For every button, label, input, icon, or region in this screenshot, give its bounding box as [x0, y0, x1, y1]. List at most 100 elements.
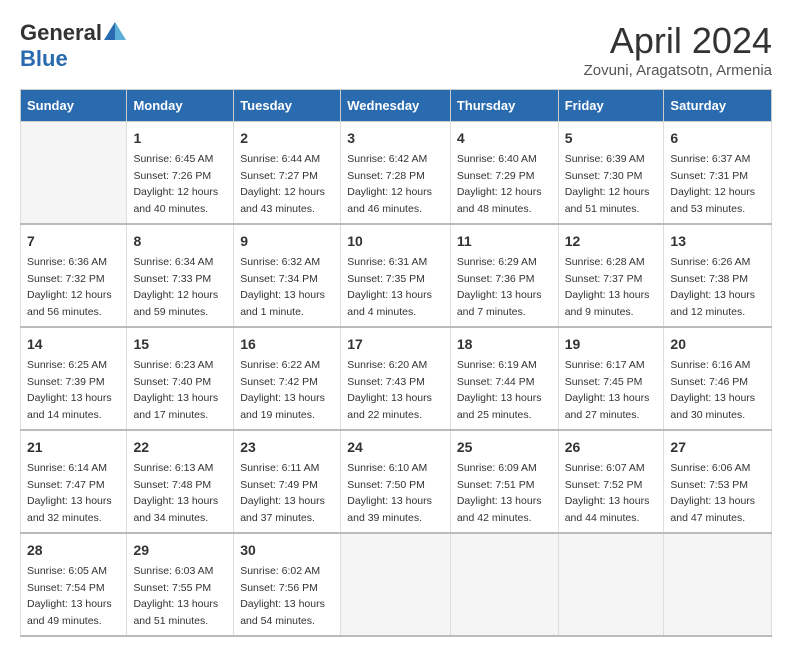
- calendar-header-row: SundayMondayTuesdayWednesdayThursdayFrid…: [21, 90, 772, 122]
- day-cell: 16 Sunrise: 6:22 AMSunset: 7:42 PMDayligh…: [234, 327, 341, 430]
- day-cell: 27Sunrise: 6:06 AMSunset: 7:53 PMDayligh…: [664, 430, 772, 533]
- day-info: Sunrise: 6:42 AMSunset: 7:28 PMDaylight:…: [347, 153, 432, 215]
- day-number: 4: [457, 128, 552, 149]
- day-number: 1: [133, 128, 227, 149]
- day-info: Sunrise: 6:03 AMSunset: 7:55 PMDaylight:…: [133, 565, 218, 627]
- day-number: 24: [347, 437, 444, 458]
- day-cell: 5 Sunrise: 6:39 AMSunset: 7:30 PMDaylight…: [558, 122, 664, 225]
- day-cell: 24Sunrise: 6:10 AMSunset: 7:50 PMDayligh…: [341, 430, 451, 533]
- day-cell: 26Sunrise: 6:07 AMSunset: 7:52 PMDayligh…: [558, 430, 664, 533]
- location: Zovuni, Aragatsotn, Armenia: [584, 62, 772, 79]
- week-row-4: 21Sunrise: 6:14 AMSunset: 7:47 PMDayligh…: [21, 430, 772, 533]
- day-number: 27: [670, 437, 765, 458]
- day-info: Sunrise: 6:19 AMSunset: 7:44 PMDaylight:…: [457, 359, 542, 421]
- day-number: 9: [240, 231, 334, 252]
- day-cell: 30 Sunrise: 6:02 AMSunset: 7:56 PMDayligh…: [234, 533, 341, 636]
- day-number: 7: [27, 231, 120, 252]
- week-row-5: 28 Sunrise: 6:05 AMSunset: 7:54 PMDayligh…: [21, 533, 772, 636]
- day-cell: 8 Sunrise: 6:34 AMSunset: 7:33 PMDaylight…: [127, 224, 234, 327]
- day-cell: 15 Sunrise: 6:23 AMSunset: 7:40 PMDayligh…: [127, 327, 234, 430]
- day-info: Sunrise: 6:16 AMSunset: 7:46 PMDaylight:…: [670, 359, 755, 421]
- day-cell: 23 Sunrise: 6:11 AMSunset: 7:49 PMDayligh…: [234, 430, 341, 533]
- day-info: Sunrise: 6:26 AMSunset: 7:38 PMDaylight:…: [670, 256, 755, 318]
- column-header-wednesday: Wednesday: [341, 90, 451, 122]
- day-number: 3: [347, 128, 444, 149]
- day-cell: 28 Sunrise: 6:05 AMSunset: 7:54 PMDayligh…: [21, 533, 127, 636]
- day-info: Sunrise: 6:02 AMSunset: 7:56 PMDaylight:…: [240, 565, 325, 627]
- logo-general-text: General: [20, 20, 102, 46]
- day-cell: 1Sunrise: 6:45 AMSunset: 7:26 PMDaylight…: [127, 122, 234, 225]
- day-info: Sunrise: 6:09 AMSunset: 7:51 PMDaylight:…: [457, 462, 542, 524]
- day-number: 6: [670, 128, 765, 149]
- day-cell: 3 Sunrise: 6:42 AMSunset: 7:28 PMDaylight…: [341, 122, 451, 225]
- calendar-table: SundayMondayTuesdayWednesdayThursdayFrid…: [20, 89, 772, 637]
- day-cell: 13 Sunrise: 6:26 AMSunset: 7:38 PMDayligh…: [664, 224, 772, 327]
- day-number: 19: [565, 334, 658, 355]
- day-number: 12: [565, 231, 658, 252]
- day-number: 8: [133, 231, 227, 252]
- day-cell: 6 Sunrise: 6:37 AMSunset: 7:31 PMDaylight…: [664, 122, 772, 225]
- day-cell: 17 Sunrise: 6:20 AMSunset: 7:43 PMDayligh…: [341, 327, 451, 430]
- week-row-3: 14 Sunrise: 6:25 AMSunset: 7:39 PMDayligh…: [21, 327, 772, 430]
- day-cell: 2Sunrise: 6:44 AMSunset: 7:27 PMDaylight…: [234, 122, 341, 225]
- day-cell: 20 Sunrise: 6:16 AMSunset: 7:46 PMDayligh…: [664, 327, 772, 430]
- day-cell: 25Sunrise: 6:09 AMSunset: 7:51 PMDayligh…: [450, 430, 558, 533]
- day-number: 11: [457, 231, 552, 252]
- day-cell: 12Sunrise: 6:28 AMSunset: 7:37 PMDayligh…: [558, 224, 664, 327]
- day-number: 15: [133, 334, 227, 355]
- day-cell: 4 Sunrise: 6:40 AMSunset: 7:29 PMDaylight…: [450, 122, 558, 225]
- day-cell: 10Sunrise: 6:31 AMSunset: 7:35 PMDayligh…: [341, 224, 451, 327]
- day-info: Sunrise: 6:17 AMSunset: 7:45 PMDaylight:…: [565, 359, 650, 421]
- day-number: 28: [27, 540, 120, 561]
- day-number: 29: [133, 540, 227, 561]
- day-info: Sunrise: 6:13 AMSunset: 7:48 PMDaylight:…: [133, 462, 218, 524]
- day-info: Sunrise: 6:20 AMSunset: 7:43 PMDaylight:…: [347, 359, 432, 421]
- day-number: 10: [347, 231, 444, 252]
- day-cell: 7 Sunrise: 6:36 AMSunset: 7:32 PMDaylight…: [21, 224, 127, 327]
- day-info: Sunrise: 6:36 AMSunset: 7:32 PMDaylight:…: [27, 256, 112, 318]
- column-header-thursday: Thursday: [450, 90, 558, 122]
- day-number: 20: [670, 334, 765, 355]
- day-cell: 18 Sunrise: 6:19 AMSunset: 7:44 PMDayligh…: [450, 327, 558, 430]
- title-section: April 2024 Zovuni, Aragatsotn, Armenia: [584, 20, 772, 79]
- day-info: Sunrise: 6:32 AMSunset: 7:34 PMDaylight:…: [240, 256, 325, 318]
- day-cell: 11 Sunrise: 6:29 AMSunset: 7:36 PMDayligh…: [450, 224, 558, 327]
- day-number: 30: [240, 540, 334, 561]
- day-info: Sunrise: 6:22 AMSunset: 7:42 PMDaylight:…: [240, 359, 325, 421]
- column-header-sunday: Sunday: [21, 90, 127, 122]
- day-number: 13: [670, 231, 765, 252]
- day-number: 16: [240, 334, 334, 355]
- day-info: Sunrise: 6:39 AMSunset: 7:30 PMDaylight:…: [565, 153, 650, 215]
- day-cell: 19 Sunrise: 6:17 AMSunset: 7:45 PMDayligh…: [558, 327, 664, 430]
- day-cell: 9 Sunrise: 6:32 AMSunset: 7:34 PMDaylight…: [234, 224, 341, 327]
- logo-blue-text: Blue: [20, 46, 68, 71]
- day-cell: 14 Sunrise: 6:25 AMSunset: 7:39 PMDayligh…: [21, 327, 127, 430]
- day-cell: [558, 533, 664, 636]
- day-cell: [21, 122, 127, 225]
- day-info: Sunrise: 6:29 AMSunset: 7:36 PMDaylight:…: [457, 256, 542, 318]
- day-info: Sunrise: 6:44 AMSunset: 7:27 PMDaylight:…: [240, 153, 325, 215]
- day-number: 23: [240, 437, 334, 458]
- day-info: Sunrise: 6:25 AMSunset: 7:39 PMDaylight:…: [27, 359, 112, 421]
- day-info: Sunrise: 6:05 AMSunset: 7:54 PMDaylight:…: [27, 565, 112, 627]
- day-info: Sunrise: 6:07 AMSunset: 7:52 PMDaylight:…: [565, 462, 650, 524]
- day-number: 17: [347, 334, 444, 355]
- column-header-saturday: Saturday: [664, 90, 772, 122]
- page-header: General Blue April 2024 Zovuni, Aragatso…: [20, 20, 772, 79]
- logo: General Blue: [20, 20, 126, 72]
- day-cell: 21Sunrise: 6:14 AMSunset: 7:47 PMDayligh…: [21, 430, 127, 533]
- column-header-monday: Monday: [127, 90, 234, 122]
- day-cell: [341, 533, 451, 636]
- day-number: 18: [457, 334, 552, 355]
- day-info: Sunrise: 6:40 AMSunset: 7:29 PMDaylight:…: [457, 153, 542, 215]
- day-number: 5: [565, 128, 658, 149]
- day-info: Sunrise: 6:14 AMSunset: 7:47 PMDaylight:…: [27, 462, 112, 524]
- logo-triangle-icon: [104, 22, 126, 45]
- day-number: 22: [133, 437, 227, 458]
- day-info: Sunrise: 6:11 AMSunset: 7:49 PMDaylight:…: [240, 462, 325, 524]
- day-info: Sunrise: 6:34 AMSunset: 7:33 PMDaylight:…: [133, 256, 218, 318]
- day-cell: 22 Sunrise: 6:13 AMSunset: 7:48 PMDayligh…: [127, 430, 234, 533]
- day-info: Sunrise: 6:23 AMSunset: 7:40 PMDaylight:…: [133, 359, 218, 421]
- day-number: 14: [27, 334, 120, 355]
- day-info: Sunrise: 6:37 AMSunset: 7:31 PMDaylight:…: [670, 153, 755, 215]
